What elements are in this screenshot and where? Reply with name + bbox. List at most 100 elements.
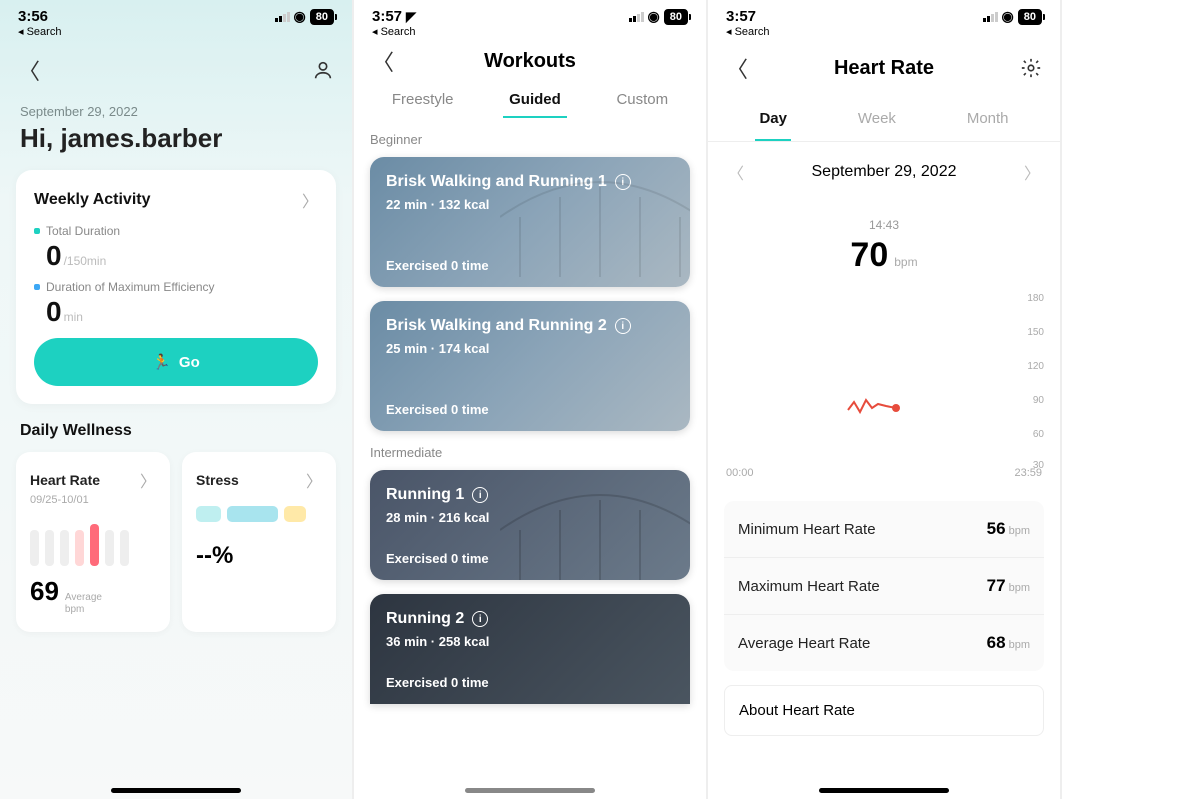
home-indicator[interactable] (819, 788, 949, 793)
status-time: 3:57 (726, 8, 756, 25)
signal-icon (983, 12, 998, 22)
efficiency-unit: min (64, 310, 83, 324)
stress-title: Stress (196, 472, 239, 488)
workout-exercised: Exercised 0 time (386, 258, 489, 273)
beginner-label: Beginner (354, 132, 706, 157)
chevron-right-icon: 〉 (306, 468, 322, 492)
reading-time: 14:43 (708, 218, 1060, 232)
workout-card[interactable]: Brisk Walking and Running 2 i 25 min · 17… (370, 301, 690, 431)
workout-tabs: Freestyle Guided Custom (354, 83, 706, 118)
workout-title: Brisk Walking and Running 2 (386, 317, 607, 335)
home-screen: 3:56 ◉ 80 Search 〈 September 29, 2022 Hi… (0, 0, 354, 799)
status-bar: 3:56 ◉ 80 (0, 0, 352, 25)
stat-max: Maximum Heart Rate77bpm (724, 558, 1044, 615)
run-icon: 🏃 (152, 353, 171, 371)
workouts-screen: 3:57 ◤ ◉ 80 Search 〈Workouts Freestyle G… (354, 0, 708, 799)
bridge-icon (500, 470, 690, 580)
info-icon[interactable]: i (472, 611, 488, 627)
hr-stats: Minimum Heart Rate56bpm Maximum Heart Ra… (724, 501, 1044, 671)
hr-chart[interactable]: 180 150 120 90 60 30 (724, 293, 1044, 463)
workout-title: Running 1 (386, 486, 464, 504)
intermediate-label: Intermediate (354, 445, 706, 470)
workout-card[interactable]: Running 2 i 36 min · 258 kcal Exercised 0… (370, 594, 690, 704)
hr-value: 70 (850, 236, 888, 275)
battery-icon: 80 (310, 9, 334, 25)
signal-icon (275, 12, 290, 22)
period-tabs: Day Week Month (708, 92, 1060, 142)
stat-avg: Average Heart Rate68bpm (724, 615, 1044, 671)
dot-icon (34, 284, 40, 290)
wifi-icon: ◉ (294, 8, 306, 25)
info-icon[interactable]: i (472, 487, 488, 503)
hr-value: 69 (30, 576, 59, 607)
hr-title: Heart Rate (30, 472, 100, 488)
battery-icon: 80 (664, 9, 688, 25)
weekly-activity-card[interactable]: Weekly Activity 〉 Total Duration 0/150mi… (16, 170, 336, 404)
go-label: Go (179, 354, 200, 371)
gear-icon[interactable] (1020, 57, 1042, 79)
heart-rate-screen: 3:57 ◉ 80 Search 〈 Heart Rate Day Week M… (708, 0, 1062, 799)
stress-value: --% (196, 542, 322, 570)
hr-range: 09/25-10/01 (30, 494, 156, 506)
prev-day-button[interactable]: 〈 (728, 160, 744, 184)
heart-rate-card[interactable]: Heart Rate〉 09/25-10/01 69Averagebpm (16, 452, 170, 632)
back-button[interactable]: 〈 (372, 45, 394, 77)
workout-exercised: Exercised 0 time (386, 551, 489, 566)
profile-icon[interactable] (312, 59, 334, 81)
bridge-icon (500, 157, 690, 287)
greeting: Hi, james.barber (0, 119, 352, 170)
status-bar: 3:57 ◤ ◉ 80 (354, 0, 706, 25)
weekly-title: Weekly Activity (34, 191, 151, 209)
status-time: 3:56 (18, 8, 48, 25)
back-to-search[interactable]: Search (708, 25, 1060, 38)
workout-exercised: Exercised 0 time (386, 402, 489, 417)
workout-meta: 25 min · 174 kcal (386, 341, 674, 356)
page-title: Workouts (394, 38, 666, 83)
go-button[interactable]: 🏃 Go (34, 338, 318, 386)
back-to-search[interactable]: Search (0, 25, 352, 38)
tab-day[interactable]: Day (755, 100, 791, 141)
dot-icon (34, 228, 40, 234)
hr-line (846, 392, 906, 422)
chevron-right-icon: 〉 (302, 188, 318, 212)
wifi-icon: ◉ (648, 8, 660, 25)
workout-card[interactable]: Running 1i 28 min · 216 kcal Exercised 0… (370, 470, 690, 580)
next-day-button[interactable]: 〉 (1024, 160, 1040, 184)
stress-bars-chart (196, 506, 322, 522)
wellness-title: Daily Wellness (0, 422, 352, 452)
location-icon: ◤ (406, 9, 416, 25)
total-duration-label: Total Duration (46, 224, 120, 238)
selected-date: September 29, 2022 (812, 163, 957, 181)
workout-exercised: Exercised 0 time (386, 675, 489, 690)
tab-month[interactable]: Month (963, 100, 1013, 141)
stat-min: Minimum Heart Rate56bpm (724, 501, 1044, 558)
back-to-search[interactable]: Search (354, 25, 706, 38)
tab-custom[interactable]: Custom (610, 83, 674, 118)
current-date: September 29, 2022 (0, 94, 352, 119)
info-icon[interactable]: i (615, 318, 631, 334)
efficiency-label: Duration of Maximum Efficiency (46, 280, 215, 294)
stress-card[interactable]: Stress 〉 --% (182, 452, 336, 632)
total-duration-unit: /150min (64, 254, 107, 268)
back-button[interactable]: 〈 (18, 54, 40, 86)
chevron-right-icon: 〉 (140, 468, 156, 492)
tab-guided[interactable]: Guided (503, 83, 567, 118)
home-indicator[interactable] (465, 788, 595, 793)
back-button[interactable]: 〈 (726, 52, 748, 84)
hr-bars-chart (30, 520, 156, 566)
status-bar: 3:57 ◉ 80 (708, 0, 1060, 25)
workout-meta: 36 min · 258 kcal (386, 634, 674, 649)
page-title: Heart Rate (748, 57, 1020, 80)
workout-card[interactable]: Brisk Walking and Running 1i 22 min · 13… (370, 157, 690, 287)
status-time: 3:57 (372, 8, 402, 25)
wifi-icon: ◉ (1002, 8, 1014, 25)
tab-week[interactable]: Week (854, 100, 900, 141)
home-indicator[interactable] (111, 788, 241, 793)
battery-icon: 80 (1018, 9, 1042, 25)
efficiency-value: 0 (46, 296, 62, 328)
about-heart-rate[interactable]: About Heart Rate (724, 685, 1044, 736)
tab-freestyle[interactable]: Freestyle (386, 83, 460, 118)
signal-icon (629, 12, 644, 22)
workout-title: Running 2 (386, 610, 464, 628)
x-start: 00:00 (726, 467, 754, 479)
